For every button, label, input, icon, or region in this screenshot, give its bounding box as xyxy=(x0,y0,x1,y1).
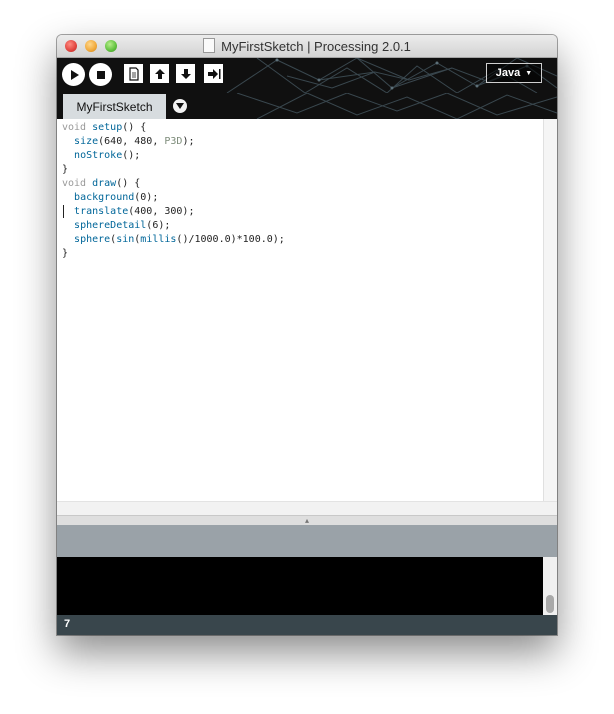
run-button[interactable] xyxy=(62,63,85,86)
tab-myfirstsketch[interactable]: MyFirstSketch xyxy=(63,94,166,119)
code-token: (640, 480, xyxy=(98,136,165,147)
code-line: background(0); xyxy=(62,191,285,205)
play-icon xyxy=(70,69,79,80)
stop-icon xyxy=(96,70,105,79)
stop-button[interactable] xyxy=(89,63,112,86)
code-token: P3D xyxy=(164,136,183,147)
code-token: () { xyxy=(116,178,141,189)
grip-icon: ▴ xyxy=(304,516,309,525)
code-token: void xyxy=(62,178,93,189)
window-title-area: MyFirstSketch | Processing 2.0.1 xyxy=(57,38,557,54)
code-token: sphere xyxy=(74,234,111,245)
document-icon xyxy=(203,38,216,53)
code-line: translate(400, 300); xyxy=(62,205,285,219)
editor-vertical-scrollbar[interactable] xyxy=(543,119,557,501)
code-token: () { xyxy=(122,122,147,133)
code-token: sin xyxy=(116,234,135,245)
code-text: void setup() { size(640, 480, P3D); noSt… xyxy=(62,121,285,261)
editor-horizontal-scrollbar[interactable] xyxy=(57,501,557,516)
code-token: background xyxy=(74,192,135,203)
code-line: sphereDetail(6); xyxy=(62,219,285,233)
mode-label: Java xyxy=(495,67,521,79)
code-token: draw xyxy=(92,178,117,189)
new-button[interactable] xyxy=(124,64,143,83)
mode-selector[interactable]: Java ▼ xyxy=(486,63,542,83)
code-token: noStroke xyxy=(74,150,123,161)
console-scroll-thumb[interactable] xyxy=(546,595,554,613)
tab-bar: MyFirstSketch xyxy=(57,93,557,119)
toolbar: Java ▼ xyxy=(57,58,557,93)
console-area[interactable] xyxy=(57,557,543,615)
console-scrollbar[interactable] xyxy=(543,557,557,615)
code-token: } xyxy=(62,164,69,175)
code-token: translate xyxy=(74,206,129,217)
code-token: (6); xyxy=(146,220,171,231)
code-line: } xyxy=(62,247,285,261)
code-editor[interactable]: void setup() { size(640, 480, P3D); noSt… xyxy=(57,119,543,501)
export-button[interactable] xyxy=(204,64,223,83)
code-token: ()/1000.0)*100.0); xyxy=(176,234,285,245)
chevron-down-icon xyxy=(176,103,184,109)
processing-window: MyFirstSketch | Processing 2.0.1 Java ▼ … xyxy=(57,35,557,635)
message-area xyxy=(57,525,557,557)
line-status-bar: 7 xyxy=(57,615,557,635)
open-button[interactable] xyxy=(150,64,169,83)
code-line: sphere(sin(millis()/1000.0)*100.0); xyxy=(62,233,285,247)
code-line: void setup() { xyxy=(62,121,285,135)
code-token: (0); xyxy=(134,192,159,203)
code-token: size xyxy=(74,136,99,147)
code-token: setup xyxy=(92,122,123,133)
code-token: } xyxy=(62,248,69,259)
code-token: (); xyxy=(122,150,141,161)
new-document-icon xyxy=(128,66,139,81)
open-arrow-up-icon xyxy=(154,68,165,79)
code-line: void draw() { xyxy=(62,177,285,191)
export-arrow-icon xyxy=(207,68,220,79)
code-token: (400, 300); xyxy=(128,206,195,217)
save-button[interactable] xyxy=(176,64,195,83)
code-line: size(640, 480, P3D); xyxy=(62,135,285,149)
save-arrow-down-icon xyxy=(180,68,191,79)
code-line: noStroke(); xyxy=(62,149,285,163)
tab-menu-button[interactable] xyxy=(173,99,187,113)
code-token: millis xyxy=(140,234,177,245)
code-token: sphereDetail xyxy=(74,220,147,231)
window-title: MyFirstSketch | Processing 2.0.1 xyxy=(221,39,411,54)
chevron-down-icon: ▼ xyxy=(525,69,533,77)
text-caret xyxy=(63,205,64,218)
line-number: 7 xyxy=(64,618,71,630)
code-token: void xyxy=(62,122,93,133)
title-bar[interactable]: MyFirstSketch | Processing 2.0.1 xyxy=(57,35,557,58)
code-line: } xyxy=(62,163,285,177)
code-token: ); xyxy=(182,136,195,147)
tab-label: MyFirstSketch xyxy=(76,99,153,114)
